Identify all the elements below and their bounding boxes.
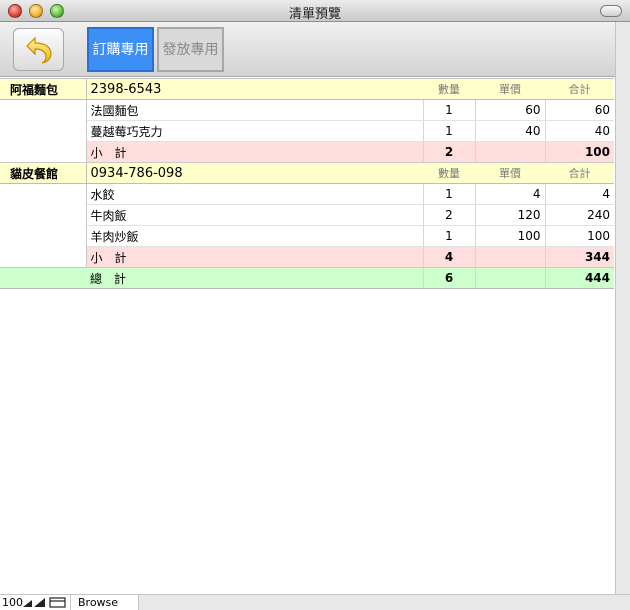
zoom-controls	[23, 597, 67, 610]
vendor-name: 阿福麵包	[0, 78, 86, 100]
vendor-name: 貓皮餐館	[0, 162, 86, 184]
item-total: 100	[544, 225, 614, 247]
subtotal-price	[474, 246, 545, 268]
subtotal-price	[474, 141, 545, 163]
table-row[interactable]: 蔓越莓巧克力 1 40 40	[0, 120, 614, 142]
total-column-header: 合計	[545, 162, 614, 184]
table-row[interactable]: 水餃 1 4 4	[0, 183, 614, 205]
item-name: 牛肉飯	[86, 204, 423, 226]
item-total: 40	[544, 120, 614, 142]
vendor-phone: 0934-786-098	[85, 162, 423, 184]
subtotal-qty: 2	[422, 141, 475, 163]
status-area-toggle-icon[interactable]	[49, 597, 66, 608]
grand-total-amount: 444	[544, 267, 614, 289]
item-qty: 1	[422, 99, 475, 121]
subtotal-label: 小 計	[86, 246, 423, 268]
item-price: 120	[474, 204, 545, 226]
window-title: 清單預覽	[288, 7, 341, 22]
price-column-header: 單價	[475, 162, 545, 184]
subtotal-qty: 4	[422, 246, 475, 268]
item-total: 4	[544, 183, 614, 205]
toolbar-toggle-button[interactable]	[600, 5, 622, 17]
item-name: 羊肉炒飯	[86, 225, 423, 247]
grand-total-price	[474, 267, 545, 289]
subtotal-total: 344	[544, 246, 614, 268]
vendor-phone: 2398-6543	[85, 78, 423, 100]
vendor-header-row: 阿福麵包 2398-6543 數量 單價 合計	[0, 78, 614, 100]
total-column-header: 合計	[545, 78, 614, 100]
item-name: 水餃	[86, 183, 423, 205]
order-mode-button[interactable]: 訂購專用	[87, 27, 154, 72]
item-price: 40	[474, 120, 545, 142]
price-column-header: 單價	[475, 78, 545, 100]
subtotal-row: 小 計 2 100	[0, 141, 614, 163]
item-qty: 1	[422, 183, 475, 205]
grand-total-qty: 6	[422, 267, 475, 289]
mode-indicator[interactable]: Browse	[70, 595, 138, 610]
back-button[interactable]	[13, 28, 64, 71]
zoom-out-icon[interactable]	[23, 600, 32, 607]
order-table: 阿福麵包 2398-6543 數量 單價 合計 法國麵包 1 60 60 蔓越莓…	[0, 78, 614, 289]
item-total: 60	[544, 99, 614, 121]
item-qty: 1	[422, 120, 475, 142]
item-name: 法國麵包	[86, 99, 423, 121]
table-row[interactable]: 法國麵包 1 60 60	[0, 99, 614, 121]
issue-mode-button[interactable]: 發放專用	[157, 27, 224, 72]
grand-total-label: 總 計	[86, 267, 423, 289]
subtotal-row: 小 計 4 344	[0, 246, 614, 268]
zoom-in-icon[interactable]	[34, 598, 45, 607]
horizontal-scroll-track[interactable]	[138, 595, 630, 610]
toolbar: 訂購專用 發放專用	[0, 22, 615, 77]
item-price: 60	[474, 99, 545, 121]
item-price: 4	[474, 183, 545, 205]
list-preview: 阿福麵包 2398-6543 數量 單價 合計 法國麵包 1 60 60 蔓越莓…	[0, 78, 615, 594]
item-total: 240	[544, 204, 614, 226]
qty-column-header: 數量	[423, 162, 475, 184]
item-qty: 2	[422, 204, 475, 226]
qty-column-header: 數量	[423, 78, 475, 100]
table-row[interactable]: 羊肉炒飯 1 100 100	[0, 225, 614, 247]
item-name: 蔓越莓巧克力	[86, 120, 423, 142]
table-row[interactable]: 牛肉飯 2 120 240	[0, 204, 614, 226]
title-bar: 清單預覽	[0, 0, 630, 22]
subtotal-label: 小 計	[86, 141, 423, 163]
item-qty: 1	[422, 225, 475, 247]
vendor-header-row: 貓皮餐館 0934-786-098 數量 單價 合計	[0, 162, 614, 184]
subtotal-total: 100	[544, 141, 614, 163]
zoom-level[interactable]: 100	[2, 595, 23, 610]
item-price: 100	[474, 225, 545, 247]
vertical-scrollbar[interactable]	[615, 22, 630, 594]
grand-total-row: 總 計 6 444	[0, 267, 614, 289]
status-bar: 100 Browse	[0, 594, 630, 610]
